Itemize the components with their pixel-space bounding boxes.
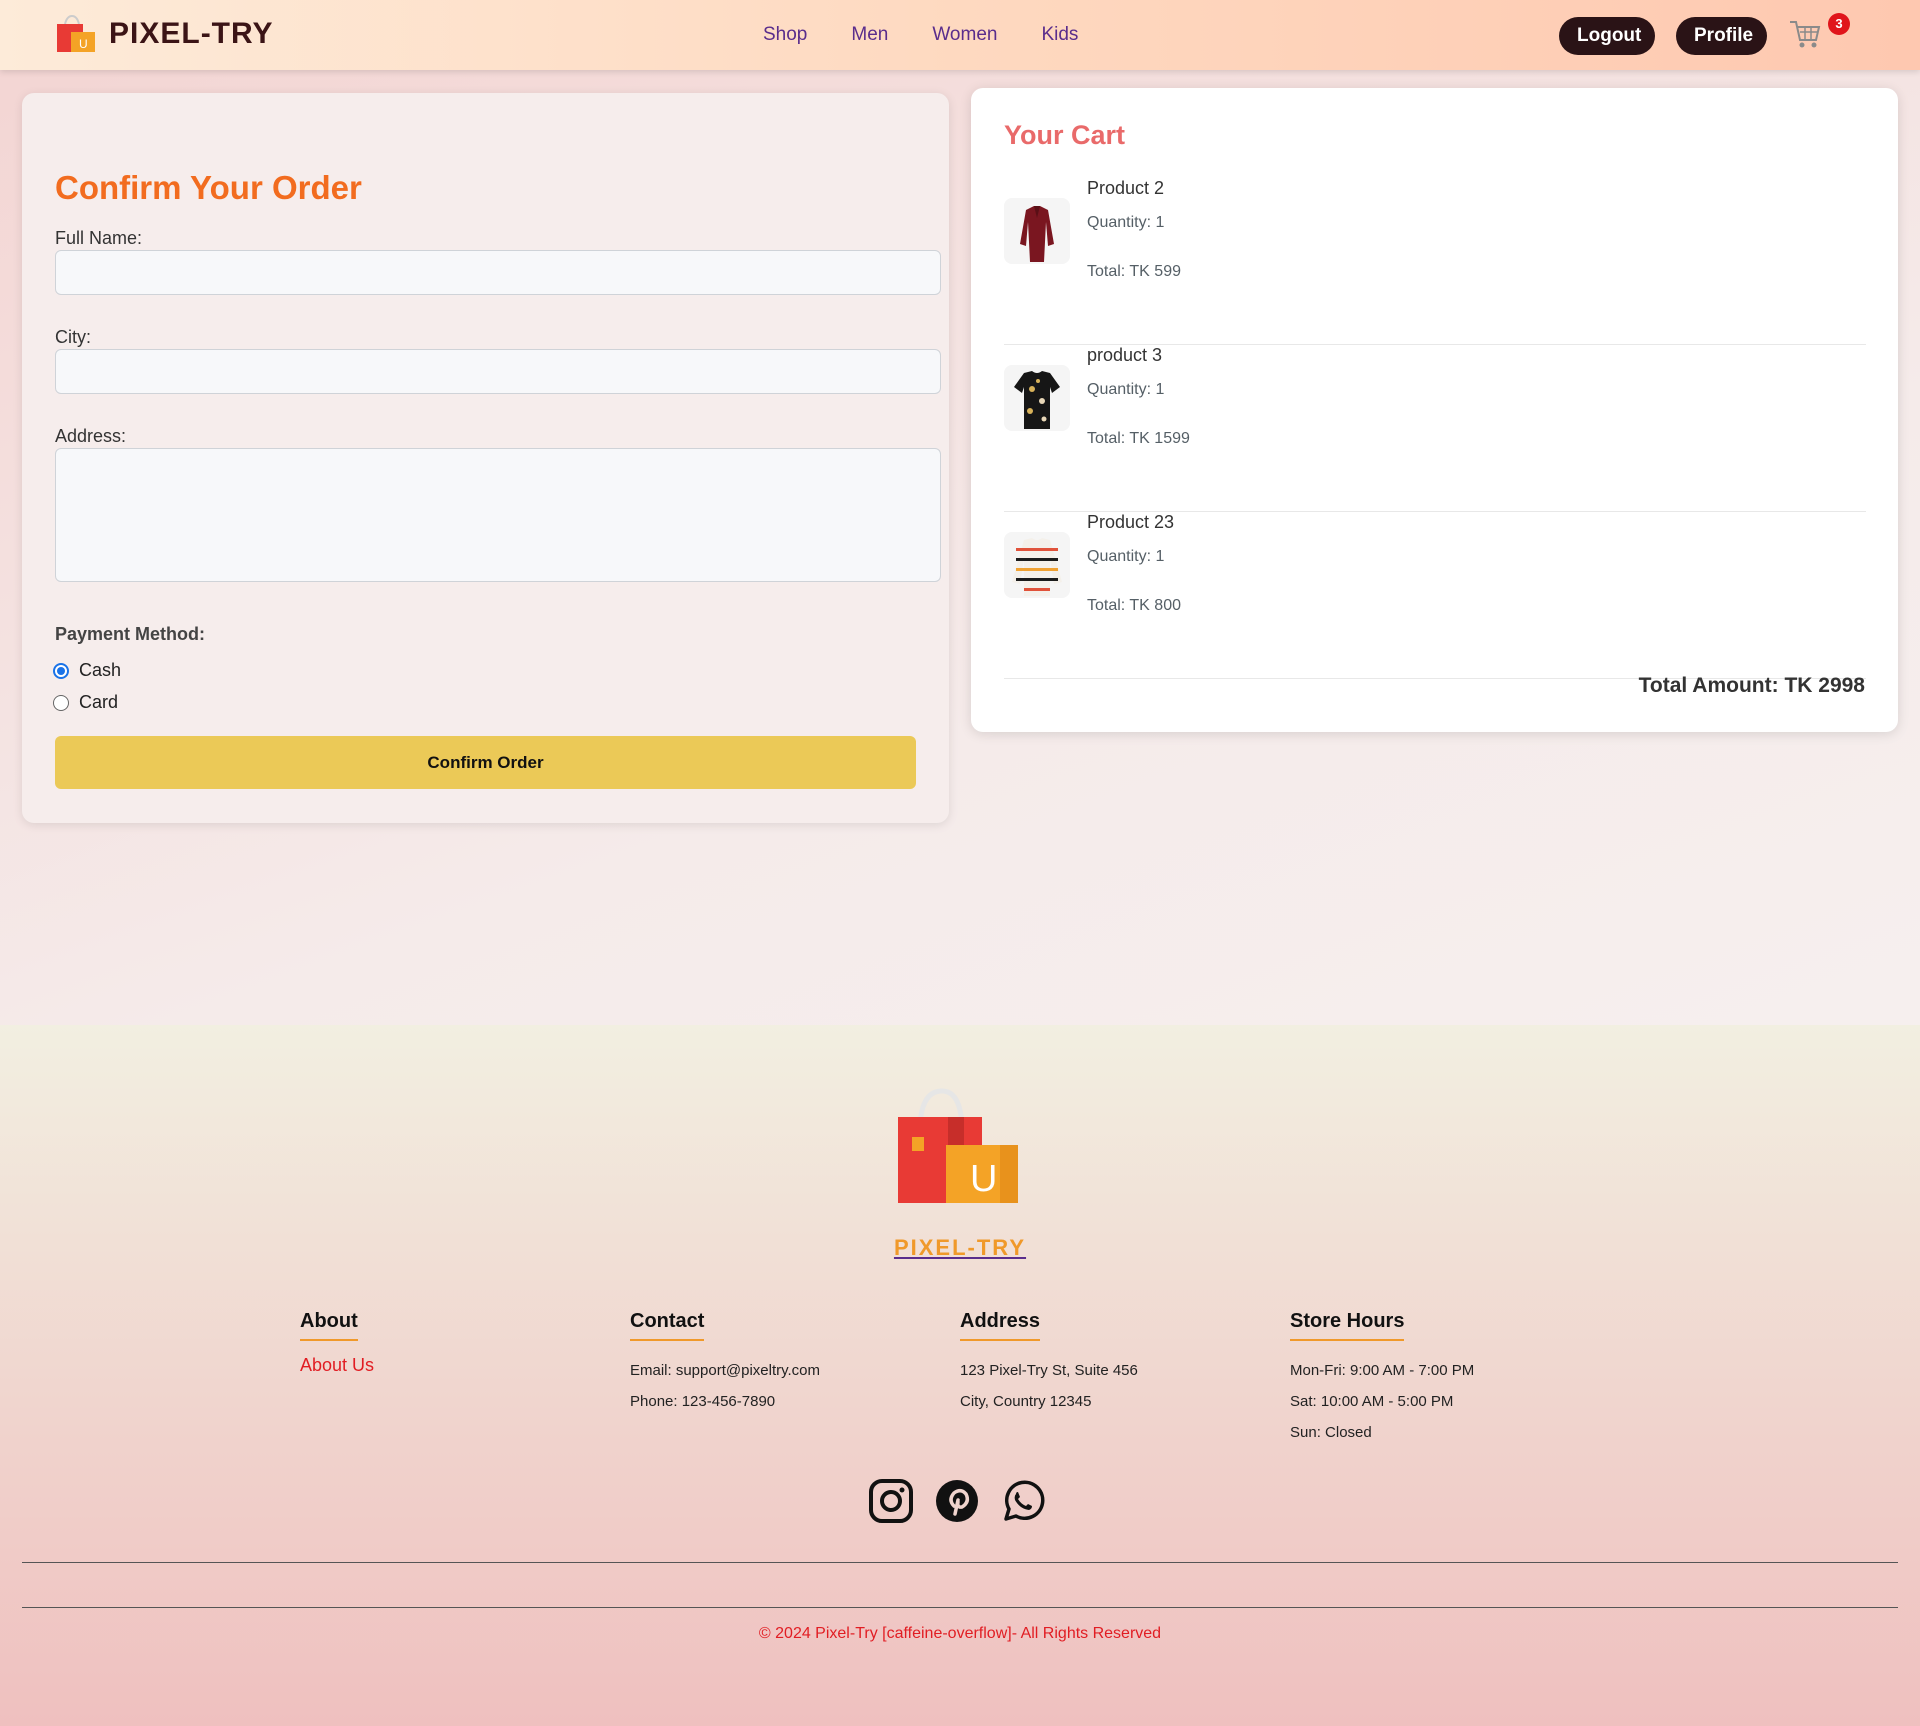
copyright-text: © 2024 Pixel-Try [caffeine-overflow]- Al… (758, 1625, 1162, 1642)
address-textarea[interactable] (55, 448, 941, 582)
nav-link-men[interactable]: Men (851, 24, 888, 46)
hours-saturday: Sat: 10:00 AM - 5:00 PM (1290, 1393, 1454, 1410)
contact-phone: Phone: 123-456-7890 (630, 1393, 776, 1410)
address-heading: Address (960, 1310, 1041, 1341)
product-image (1004, 365, 1070, 431)
payment-method-label: Payment Method: (55, 624, 206, 644)
full-name-label: Full Name: (55, 228, 143, 248)
card-radio[interactable] (53, 694, 69, 711)
cart-item-quantity: Quantity: 1 (1087, 381, 1165, 398)
svg-text:U: U (79, 37, 88, 51)
cash-label: Cash (79, 660, 122, 680)
cart-item: product 3 Quantity: 1 Total: TK 1599 (1004, 345, 1866, 512)
cart-total-amount: Total Amount: TK 2998 (1638, 674, 1865, 697)
brand-link[interactable]: U PIXEL-TRY (55, 14, 274, 54)
black-floral-top-image (1014, 371, 1060, 429)
cart-item-total: Total: TK 1599 (1087, 430, 1190, 447)
cart-item-total: Total: TK 599 (1087, 263, 1181, 280)
nav-link-shop[interactable]: Shop (763, 24, 807, 46)
confirm-order-button[interactable]: Confirm Order (55, 736, 916, 789)
footer-hours-column: Store Hours Mon-Fri: 9:00 AM - 7:00 PM S… (1290, 1310, 1474, 1448)
contact-email: Email: support@pixeltry.com (630, 1362, 821, 1379)
contact-heading: Contact (630, 1310, 705, 1341)
full-name-input[interactable] (55, 250, 941, 295)
address-line-1: 123 Pixel-Try St, Suite 456 (960, 1362, 1138, 1379)
cart-item-name: Product 2 (1087, 178, 1165, 198)
product-image (1004, 198, 1070, 264)
payment-option-cash[interactable]: Cash (53, 660, 121, 681)
logout-button[interactable]: Logout (1559, 17, 1655, 55)
cart-item-quantity: Quantity: 1 (1087, 548, 1165, 565)
cart-item: Product 2 Quantity: 1 Total: TK 599 (1004, 178, 1866, 345)
cash-radio[interactable] (53, 662, 69, 679)
footer-contact-column: Contact Email: support@pixeltry.com Phon… (630, 1310, 820, 1417)
whatsapp-icon[interactable] (1000, 1478, 1046, 1524)
brand-name: PIXEL-TRY (109, 17, 274, 50)
instagram-icon[interactable] (868, 1478, 914, 1524)
shopping-bag-logo-icon: U (57, 14, 95, 52)
footer-brand: PIXEL-TRY (0, 1235, 1920, 1261)
about-us-link[interactable]: About Us (300, 1355, 374, 1376)
cart-count-badge: 3 (1828, 13, 1850, 35)
footer-address-column: Address 123 Pixel-Try St, Suite 456 City… (960, 1310, 1138, 1417)
footer-about-column: About About Us (300, 1310, 374, 1376)
maroon-top-image (1020, 206, 1054, 262)
striped-top-image (1012, 538, 1062, 596)
store-hours-heading: Store Hours (1290, 1310, 1405, 1341)
cart-item: Product 23 Quantity: 1 Total: TK 800 (1004, 512, 1866, 679)
order-form-title: Confirm Your Order (55, 169, 362, 206)
svg-text:U: U (970, 1158, 997, 1200)
footer-brand-link[interactable]: PIXEL-TRY (894, 1235, 1026, 1260)
pinterest-icon[interactable] (934, 1478, 980, 1524)
about-heading: About (300, 1310, 358, 1341)
hours-sunday: Sun: Closed (1290, 1424, 1372, 1441)
hours-weekdays: Mon-Fri: 9:00 AM - 7:00 PM (1290, 1362, 1475, 1379)
cart-card: Your Cart Product 2 Quantity: 1 Total: T… (971, 88, 1898, 732)
payment-option-card[interactable]: Card (53, 692, 118, 713)
footer-divider-bottom (22, 1607, 1898, 1608)
city-label: City: (55, 327, 91, 347)
social-links (868, 1478, 1046, 1524)
shopping-cart-icon[interactable] (1788, 18, 1822, 50)
footer: U PIXEL-TRY About About Us Contact Email… (0, 1025, 1920, 1726)
card-label: Card (79, 692, 119, 712)
city-input[interactable] (55, 349, 941, 394)
cart-item-total: Total: TK 800 (1087, 597, 1181, 614)
order-form-card: Confirm Your Order Full Name: City: Addr… (22, 93, 949, 823)
profile-button[interactable]: Profile (1676, 17, 1767, 55)
address-label: Address: (55, 426, 127, 446)
product-image (1004, 532, 1070, 598)
cart-item-name: product 3 (1087, 345, 1163, 365)
cart-item-quantity: Quantity: 1 (1087, 214, 1165, 231)
cart-title: Your Cart (1004, 120, 1126, 150)
navbar: U PIXEL-TRY Shop Men Women Kids Logout P… (0, 0, 1920, 70)
nav-link-kids[interactable]: Kids (1041, 24, 1078, 46)
address-line-2: City, Country 12345 (960, 1393, 1092, 1410)
cart-item-name: Product 23 (1087, 512, 1175, 532)
nav-link-women[interactable]: Women (932, 24, 997, 46)
shopping-bags-logo-icon: U (898, 1088, 1018, 1203)
main-nav: Shop Men Women Kids (763, 24, 1078, 46)
footer-divider-top (22, 1562, 1898, 1563)
